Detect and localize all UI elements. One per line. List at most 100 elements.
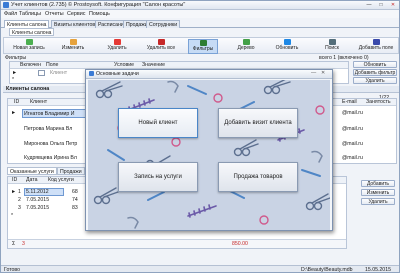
book-service-button[interactable]: Запись на услуги [118, 162, 198, 192]
dialog-icon [89, 71, 94, 76]
tab-services[interactable]: Оказанные услуги [7, 167, 57, 175]
toolbar: Новая запись Изменить Удалить Удалить вс… [3, 37, 399, 54]
sub-tabs: Клиенты салона [3, 28, 399, 37]
service-id: 3 [18, 205, 21, 211]
status-bar: Готово D:\Beauty\Beauty.mdb 15.05.2015 [1, 265, 399, 273]
search-button[interactable]: Поиск [322, 39, 342, 54]
sum-value: 850.00 [232, 241, 248, 247]
clients-row-arrow: ► [11, 110, 17, 116]
services-col-date: Дата [26, 177, 38, 183]
delete-all-label: Удалить все [146, 45, 176, 51]
minimize-button[interactable]: — [363, 2, 375, 9]
client-email: @mail.ru [342, 126, 363, 132]
client-email: @mail.ru [342, 141, 363, 147]
service-id: 1 [18, 189, 21, 195]
service-date: 5.11.2012 [26, 189, 49, 195]
status-db-path: D:\Beauty\Beauty.mdb [301, 267, 353, 273]
tab-visits[interactable]: Визиты клиентов [51, 20, 99, 28]
main-tabs: Клиенты салона Визиты клиентов Расписани… [1, 19, 399, 28]
client-email: @mail.ru [342, 110, 363, 116]
dialog-title: Основные задачи [96, 71, 139, 77]
table-row-selected[interactable]: 5.11.2012 [24, 188, 64, 196]
main-tasks-dialog: Основные задачи — ✕ Новый клиент Добавит… [85, 69, 333, 231]
client-name[interactable]: Петрова Марина Вл [24, 126, 72, 132]
new-record-label: Новая запись [13, 45, 45, 51]
subtab-clients[interactable]: Клиенты салона [9, 28, 55, 36]
menu-service[interactable]: Сервис [67, 11, 85, 17]
client-name[interactable]: Миронова Ольга Петр [24, 141, 77, 147]
tree-button[interactable]: Дерево [234, 39, 258, 54]
new-client-button[interactable]: Новый клиент [118, 108, 198, 138]
new-record-button[interactable]: Новая запись [12, 39, 46, 54]
services-delete-button[interactable]: Удалить [361, 198, 395, 205]
client-email: @mail.ru [342, 155, 363, 161]
product-sale-button[interactable]: Продажа товаров [218, 162, 298, 192]
filter-field-value[interactable]: Клиент [50, 70, 67, 76]
maximize-button[interactable]: □ [375, 2, 387, 9]
tree-label: Дерево [237, 45, 255, 51]
refresh-label: Обновить [275, 45, 299, 51]
service-id: 2 [18, 197, 21, 203]
status-date: 15.05.2015 [365, 267, 391, 273]
dialog-close-button[interactable]: ✕ [321, 70, 325, 76]
salon-tools-pattern [93, 80, 330, 229]
menu-help[interactable]: Помощь [89, 11, 110, 17]
refresh-button[interactable]: Обновить [274, 39, 300, 54]
add-field-label: Добавить поле [358, 45, 394, 51]
filters-col-condition: Условие [114, 62, 135, 68]
filters-col-enabled: Включен [20, 62, 42, 68]
filter-enabled-checkbox[interactable] [38, 70, 45, 76]
filters-col-value: Значение [142, 62, 166, 68]
close-button[interactable]: ✕ [387, 2, 399, 9]
filters-delete-button[interactable]: Удалить [353, 77, 397, 84]
search-label: Поиск [325, 45, 339, 51]
clients-col-email: E-mail [342, 99, 357, 105]
client-name[interactable]: Кудрявцева Ирина Вл [24, 155, 77, 161]
title-bar: Учет клиентов (2.735) © Prostoysoft. Кон… [1, 1, 399, 10]
add-client-visit-button[interactable]: Добавить визит клиента [218, 108, 298, 138]
tab-staff[interactable]: Сотрудники [146, 20, 181, 28]
filters-update-button[interactable]: Обновить [353, 61, 397, 68]
edit-button[interactable]: Изменить [58, 39, 88, 54]
clients-col-busy: Занятость [366, 99, 391, 105]
services-add-button[interactable]: Добавить [361, 180, 395, 187]
dialog-minimize-button[interactable]: — [311, 70, 316, 76]
delete-all-button[interactable]: Удалить все [144, 39, 178, 54]
filters-row-arrow: ► [12, 70, 18, 76]
menu-tables[interactable]: Таблицы [19, 11, 41, 17]
sum-count: 3 [22, 241, 25, 247]
status-ready: Готово [4, 267, 21, 273]
app-window: Учет клиентов (2.735) © Prostoysoft. Кон… [0, 0, 400, 273]
edit-label: Изменить [61, 45, 85, 51]
dialog-body: Новый клиент Добавить визит клиента Запи… [88, 80, 330, 230]
menu-bar: Файл Таблицы Отчеты Сервис Помощь [1, 10, 399, 18]
filters-header: Включен Поле Условие Значение [10, 62, 348, 69]
services-summary: Σ 3 850.00 [8, 239, 346, 248]
filters-add-button[interactable]: Добавить фильтр [353, 69, 397, 76]
menu-file[interactable]: Файл [4, 11, 17, 17]
services-edit-button[interactable]: Изменить [361, 189, 395, 196]
sum-icon: Σ [12, 241, 16, 247]
service-code: 68 [72, 189, 78, 195]
services-row-arrow: ► [11, 189, 17, 195]
services-col-id: ID [12, 177, 18, 183]
service-date[interactable]: 7.05.2015 [26, 205, 49, 211]
tab-clients[interactable]: Клиенты салона [4, 20, 50, 28]
services-new-row-marker: * [11, 213, 14, 219]
filters-button[interactable]: Фильтры [188, 39, 218, 54]
filters-col-field: Поле [46, 62, 59, 68]
services-col-code: Код услуги [48, 177, 74, 183]
add-field-button[interactable]: Добавить поле [356, 39, 396, 54]
service-code: 83 [72, 205, 78, 211]
dialog-title-bar: Основные задачи — ✕ [86, 70, 332, 79]
clients-col-id: ID [14, 99, 20, 105]
tab-products[interactable]: Продажи [57, 167, 85, 175]
menu-reports[interactable]: Отчеты [45, 11, 64, 17]
filters-label: Фильтры [192, 46, 214, 52]
service-code: 74 [72, 197, 78, 203]
service-date[interactable]: 7.05.2015 [26, 197, 49, 203]
delete-button[interactable]: Удалить [104, 39, 130, 54]
filters-new-row-marker: * [12, 77, 15, 83]
clients-col-client: Клиент [30, 99, 48, 105]
delete-label: Удалить [107, 45, 127, 51]
